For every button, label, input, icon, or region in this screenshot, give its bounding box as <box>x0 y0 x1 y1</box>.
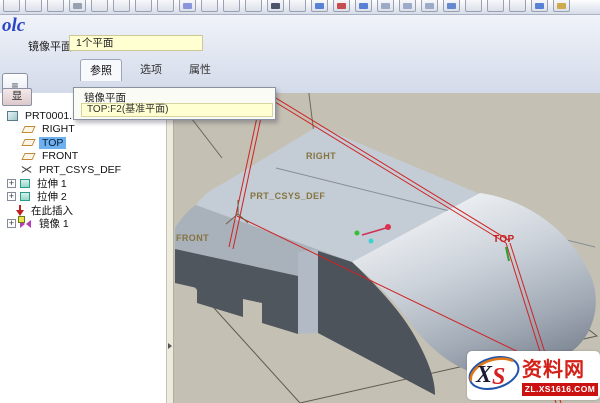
mirror-plane-collector[interactable]: 1个平面 <box>69 35 203 51</box>
references-panel: 镜像平面 TOP:F2(基准平面) <box>73 87 276 120</box>
search-icon[interactable] <box>267 0 284 12</box>
logo-fragment: olc <box>2 15 25 37</box>
copy-icon[interactable] <box>135 0 152 12</box>
mirror-icon <box>20 219 32 229</box>
insert-here-icon <box>14 205 25 216</box>
spin-center-green-dot <box>355 231 360 236</box>
spin-center-cyan-dot <box>369 239 374 244</box>
tree-row-csys[interactable]: PRT_CSYS_DEF <box>0 163 166 177</box>
top-toolbar <box>0 0 600 15</box>
expand-icon[interactable]: + <box>7 192 16 201</box>
mirror-plane-reference-field[interactable]: TOP:F2(基准平面) <box>81 103 273 117</box>
extrude-icon <box>20 192 30 201</box>
window-icon[interactable] <box>553 0 570 12</box>
watermark-s: S <box>492 364 505 390</box>
saved-views-icon[interactable] <box>443 0 460 12</box>
expand-icon[interactable]: + <box>7 179 16 188</box>
tab-properties[interactable]: 属性 <box>180 59 220 81</box>
graphics-viewport[interactable]: RIGHT PRT_CSYS_DEF FRONT TOP X S 资料网 ZL.… <box>174 93 600 403</box>
watermark-logo-icon: X S <box>467 351 523 397</box>
tab-options[interactable]: 选项 <box>131 59 171 81</box>
tool-icon[interactable] <box>223 0 240 12</box>
tree-row-top[interactable]: TOP <box>0 136 166 150</box>
datum-label-front[interactable]: FRONT <box>176 233 209 243</box>
datum-axis-tool-icon[interactable] <box>355 0 372 12</box>
tree-row-mirror1[interactable]: + 镜像 1 <box>0 217 166 231</box>
part-icon <box>7 111 18 121</box>
datum-label-right[interactable]: RIGHT <box>306 151 336 161</box>
open-file-icon[interactable] <box>25 0 42 12</box>
print-icon[interactable] <box>69 0 86 12</box>
mirror-badge-icon <box>18 216 25 223</box>
splitter-arrow-icon[interactable] <box>168 343 172 349</box>
layer-display-icon[interactable] <box>509 0 526 12</box>
datum-label-top[interactable]: TOP <box>493 234 515 245</box>
tab-references[interactable]: 参照 <box>80 59 122 81</box>
datum-plane-icon <box>21 153 35 160</box>
redo-icon[interactable] <box>113 0 130 12</box>
dashboard-tabs: 参照 选项 属性 <box>80 59 220 81</box>
regenerate-icon[interactable] <box>179 0 196 12</box>
select-tool-icon[interactable] <box>201 0 218 12</box>
sketch-tool-icon[interactable] <box>311 0 328 12</box>
watermark: X S 资料网 ZL.XS1616.COM <box>467 351 600 400</box>
datum-plane-icon <box>21 126 35 133</box>
tool-icon[interactable] <box>245 0 262 12</box>
datum-plane-icon <box>21 139 35 146</box>
datum-plane-tool-icon[interactable] <box>333 0 350 12</box>
expand-icon[interactable]: + <box>7 219 16 228</box>
watermark-site-name: 资料网 <box>522 353 585 382</box>
tree-row-right[interactable]: RIGHT <box>0 123 166 137</box>
zoom-in-icon[interactable] <box>377 0 394 12</box>
show-button[interactable]: 显 <box>2 88 32 106</box>
model-tree: PRT0001.PRT RIGHT TOP FRONT PRT_CSYS_DEF… <box>0 109 166 231</box>
new-file-icon[interactable] <box>3 0 20 12</box>
model-tree-panel: PRT0001.PRT RIGHT TOP FRONT PRT_CSYS_DEF… <box>0 93 166 403</box>
save-file-icon[interactable] <box>47 0 64 12</box>
mirror-dashboard: olc 镜像平面 1个平面 参照 选项 属性 ≡ <box>0 15 600 94</box>
panel-splitter[interactable] <box>166 93 174 403</box>
view-mode-icon[interactable] <box>465 0 482 12</box>
mirror-plane-label: 镜像平面 <box>28 38 72 54</box>
undo-icon[interactable] <box>91 0 108 12</box>
datum-label-csys[interactable]: PRT_CSYS_DEF <box>250 191 325 201</box>
model-notch-face[interactable] <box>298 249 318 334</box>
display-style-icon[interactable] <box>531 0 548 12</box>
extrude-icon <box>20 179 30 188</box>
watermark-url: ZL.XS1616.COM <box>522 383 598 396</box>
watermark-x: X <box>475 362 493 388</box>
tool-icon[interactable] <box>289 0 306 12</box>
csys-icon <box>21 164 32 175</box>
tree-row-front[interactable]: FRONT <box>0 150 166 164</box>
zoom-fit-icon[interactable] <box>421 0 438 12</box>
layers-icon[interactable] <box>487 0 504 12</box>
tree-row-extrude1[interactable]: + 拉伸 1 <box>0 177 166 191</box>
tree-row-extrude2[interactable]: + 拉伸 2 <box>0 190 166 204</box>
paste-icon[interactable] <box>157 0 174 12</box>
spin-center-red-dot <box>385 224 391 230</box>
zoom-out-icon[interactable] <box>399 0 416 12</box>
